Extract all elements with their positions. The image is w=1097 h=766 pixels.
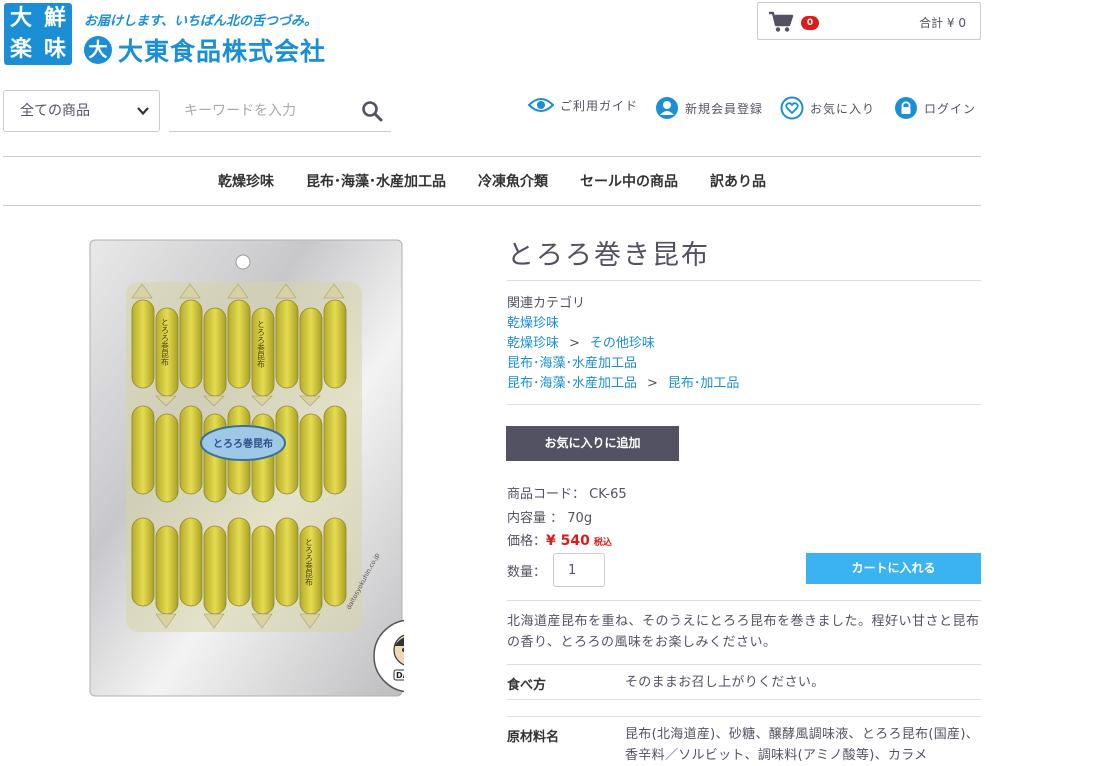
candy-label-1: とろろ巻昆布 [161, 318, 170, 367]
package-center-label: とろろ巻昆布 [213, 437, 273, 450]
candy-label-3: とろろ巻昆布 [305, 538, 314, 587]
category-link[interactable]: 昆布･海藻･水産加工品 [507, 376, 637, 391]
gnav-item-dried-delicacies[interactable]: 乾燥珍味 [218, 171, 274, 191]
favorites-link[interactable]: お気に入り [780, 96, 875, 120]
search-icon[interactable] [361, 100, 383, 122]
divider [507, 699, 981, 700]
login-link[interactable]: ログイン [894, 96, 976, 120]
category-link[interactable]: 乾燥珍味 [507, 336, 559, 351]
logo-char: 鮮 [43, 6, 66, 31]
category-select-value: 全ての商品 [20, 103, 90, 119]
volume-value: 70g [567, 511, 593, 526]
gnav-item-frozen-seafood[interactable]: 冷凍魚介類 [478, 171, 548, 191]
register-link-label: 新規会員登録 [685, 101, 764, 116]
category-link[interactable]: 乾燥珍味 [507, 316, 559, 331]
category-link[interactable]: その他珍味 [590, 336, 655, 351]
breadcrumb-separator: > [569, 336, 580, 351]
lock-icon [895, 97, 917, 119]
site-tagline: お届けします、いちばん北の舌つづみ。 [84, 14, 317, 29]
add-to-cart-button[interactable]: カートに入れる [806, 553, 981, 584]
user-icon [656, 97, 678, 119]
favorites-link-label: お気に入り [810, 101, 876, 116]
ingredients-value: 昆布(北海道産)、砂糖、醸酵風調味液、とろろ昆布(国産)、香辛料／ソルビット、調… [625, 727, 979, 763]
quantity-label: 数量： [507, 565, 547, 580]
cart-total: 合計 ¥ 0 [919, 16, 966, 30]
product-code-row: 商品コード： CK-65 [507, 483, 627, 502]
site-logo-mark[interactable]: 大 鮮 楽 味 [4, 3, 72, 65]
product-code-label: 商品コード： [507, 487, 586, 502]
divider [507, 404, 981, 405]
cart-summary[interactable]: 0 合計 ¥ 0 [757, 2, 981, 40]
candy-label-2: とろろ巻昆布 [257, 320, 266, 369]
product-title: とろろ巻き昆布 [507, 240, 710, 271]
add-to-favorites-button[interactable]: お気に入りに追加 [506, 426, 679, 461]
product-code-value: CK-65 [589, 487, 627, 502]
category-path-4: 昆布･海藻･水産加工品 > 昆布･加工品 [507, 372, 739, 391]
chevron-down-icon [137, 107, 149, 116]
guide-link-label: ご利用ガイド [560, 98, 639, 113]
guide-link[interactable]: ご利用ガイド [528, 96, 638, 114]
company-mark-icon: 大 [84, 36, 112, 64]
volume-label: 内容量 ： [507, 511, 564, 526]
logo-char: 味 [43, 37, 66, 62]
category-path-3: 昆布･海藻･水産加工品 [507, 352, 637, 371]
login-link-label: ログイン [924, 101, 977, 116]
divider [507, 716, 981, 717]
product-image[interactable]: とろろ巻昆布 とろろ巻昆布 とろろ巻昆布 とろろ巻昆布 DAITO daitos… [88, 238, 404, 698]
price-label: 価格： [507, 534, 547, 549]
search-input[interactable] [169, 90, 391, 132]
register-link[interactable]: 新規会員登録 [655, 96, 763, 120]
category-path-2: 乾燥珍味 > その他珍味 [507, 332, 655, 351]
how-to-eat-value: そのままお召し上がりください。 [625, 675, 825, 690]
price-row: 価格：¥ 540 税込 [507, 530, 612, 549]
price-value: ¥ 540 [546, 533, 590, 549]
ingredients-label: 原材料名 [507, 730, 560, 745]
company-logo[interactable]: 大 大東食品株式会社 [84, 32, 326, 68]
category-path-1: 乾燥珍味 [507, 312, 559, 331]
cart-icon [769, 11, 794, 32]
gnav-item-kelp-seafood[interactable]: 昆布･海藻･水産加工品 [306, 171, 446, 191]
product-description: 北海道産昆布を重ね、そのうえにとろろ昆布を巻きました。程好い甘さと昆布の香り、と… [507, 614, 980, 650]
breadcrumb-separator: > [647, 376, 658, 391]
category-select[interactable]: 全ての商品 [3, 90, 160, 132]
volume-row: 内容量 ： 70g [507, 507, 592, 526]
divider [507, 664, 981, 665]
quantity-input[interactable] [553, 553, 605, 587]
divider [507, 600, 981, 601]
logo-char: 楽 [9, 37, 32, 62]
cart-count-badge: 0 [801, 16, 819, 30]
mascot-label: DAITO [396, 671, 404, 680]
related-category-label: 関連カテゴリ [507, 296, 586, 311]
divider [507, 280, 981, 281]
gnav-item-outlet[interactable]: 訳あり品 [710, 171, 766, 191]
tax-label: 税込 [593, 538, 612, 548]
how-to-eat-label: 食べ方 [507, 678, 547, 693]
category-link[interactable]: 昆布･加工品 [668, 376, 740, 391]
global-nav: 乾燥珍味 昆布･海藻･水産加工品 冷凍魚介類 セール中の商品 訳あり品 [3, 156, 981, 206]
company-name: 大東食品株式会社 [118, 37, 327, 66]
gnav-item-sale[interactable]: セール中の商品 [580, 171, 678, 191]
category-link[interactable]: 昆布･海藻･水産加工品 [507, 356, 637, 371]
eye-icon [528, 98, 554, 112]
heart-icon [780, 96, 804, 120]
logo-char: 大 [9, 6, 32, 31]
